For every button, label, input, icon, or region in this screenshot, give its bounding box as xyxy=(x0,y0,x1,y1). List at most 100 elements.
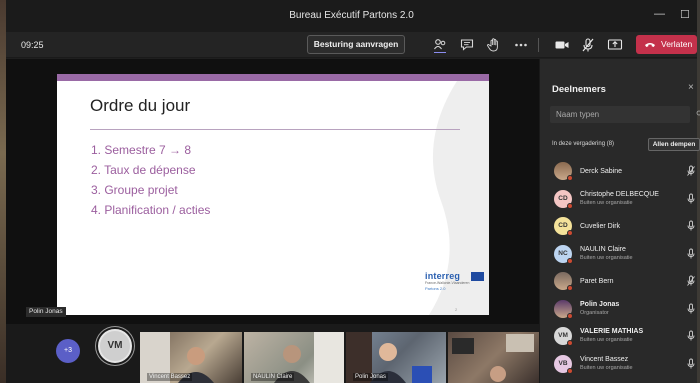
video-tile-label: Vincent Bassez xyxy=(147,373,193,381)
slide-header-bar xyxy=(57,74,489,81)
avatar-initials: CD xyxy=(558,222,568,229)
microphone-icon[interactable] xyxy=(686,330,696,342)
meeting-timer: 09:25 xyxy=(21,40,44,50)
participant-avatar xyxy=(554,162,573,181)
participant-subtitle: Buiten uw organisatie xyxy=(580,337,633,343)
invite-icon[interactable] xyxy=(696,110,700,118)
participant-avatar: CD xyxy=(554,189,573,209)
participant-avatar xyxy=(554,272,573,291)
participant-avatar xyxy=(554,299,573,319)
close-panel-button[interactable]: × xyxy=(688,82,694,93)
participant-row[interactable]: Derck Sabine xyxy=(540,158,698,186)
slide-title: Ordre du jour xyxy=(90,96,191,115)
microphone-icon[interactable] xyxy=(686,358,696,370)
video-tile-label: Polin Jonas xyxy=(353,373,389,381)
panel-title: Deelnemers xyxy=(552,84,606,95)
participants-panel: Deelnemers × Naam typen In deze vergader… xyxy=(539,59,700,383)
agenda-item: 4. Planification / acties xyxy=(91,203,211,217)
logo-project: Partons 2.0 xyxy=(425,285,446,291)
presence-status-icon xyxy=(567,175,573,181)
leave-label: Verlaten xyxy=(661,39,693,49)
video-tile[interactable]: Polin Jonas xyxy=(346,332,446,383)
participant-name: Christophe DELBECQUE xyxy=(580,190,659,198)
participant-list: Derck Sabine CD Christophe DELBECQUE Buiten… xyxy=(540,158,698,378)
participant-name: Derck Sabine xyxy=(580,168,623,175)
participant-avatar: VB xyxy=(554,354,573,374)
presence-status-icon xyxy=(567,285,573,291)
microphone-muted-icon[interactable] xyxy=(686,165,696,177)
avatar-initials: NC xyxy=(558,249,568,257)
window-title: Bureau Exécutif Partons 2.0 xyxy=(289,10,414,21)
chat-icon[interactable] xyxy=(459,37,475,53)
participant-subtitle: Buiten uw organisatie xyxy=(580,199,633,206)
microphone-muted-icon[interactable] xyxy=(686,275,696,287)
presentation-slide: Ordre du jour 1. Semestre 7 → 8 2. Taux … xyxy=(57,74,489,315)
request-control-button[interactable]: Besturing aanvragen xyxy=(307,35,405,54)
participant-subtitle: Buiten uw organisatie xyxy=(580,364,633,371)
more-options-icon[interactable] xyxy=(513,37,529,53)
participant-row[interactable]: Polin Jonas Organisator xyxy=(540,296,698,324)
video-tile-label: NAULIN Claire xyxy=(251,373,295,381)
teams-meeting-window: Bureau Exécutif Partons 2.0 — ☐ 09:25 Be… xyxy=(6,0,700,383)
participant-subtitle: Organisator xyxy=(580,309,609,316)
toolbar-separator xyxy=(538,38,539,52)
agenda-item: 3. Groupe projet xyxy=(91,183,178,197)
camera-icon[interactable] xyxy=(554,37,570,53)
agenda-list: 1. Semestre 7 → 8 2. Taux de dépense 3. … xyxy=(91,140,210,220)
agenda-item: 2. Taux de dépense xyxy=(91,163,196,177)
video-tile[interactable] xyxy=(448,332,539,383)
participant-name: Polin Jonas xyxy=(580,300,620,308)
participant-avatar: NC xyxy=(554,244,573,264)
mute-all-button[interactable]: Allen dempen xyxy=(648,138,700,151)
participant-name: VALERIE MATHIAS xyxy=(580,328,644,335)
meeting-toolbar: 09:25 Besturing aanvragen Verlaten xyxy=(6,32,697,58)
microphone-muted-icon[interactable] xyxy=(580,37,596,53)
slide-page-number: 2 xyxy=(455,307,458,312)
participant-row[interactable]: VM VALERIE MATHIAS Buiten uw organisatie xyxy=(540,323,698,351)
participant-row[interactable]: Paret Bern xyxy=(540,268,698,296)
presence-status-icon xyxy=(567,202,573,209)
participant-search-input[interactable]: Naam typen xyxy=(550,106,690,123)
participant-row[interactable]: VB Vincent Bassez Buiten uw organisatie xyxy=(540,351,698,379)
title-bar: Bureau Exécutif Partons 2.0 — ☐ xyxy=(6,0,697,32)
presenter-name-tag: Polin Jonas xyxy=(26,307,66,317)
participant-subtitle: Buiten uw organisatie xyxy=(580,254,633,261)
participant-row[interactable]: CD Cuvelier Dirk xyxy=(540,213,698,241)
participant-name: NAULIN Claire xyxy=(580,245,626,253)
participant-name: Paret Bern xyxy=(580,278,614,285)
participant-row[interactable]: NC NAULIN Claire Buiten uw organisatie xyxy=(540,241,698,269)
avatar-initials: CD xyxy=(558,194,568,202)
more-participants-button[interactable]: +3 xyxy=(56,339,80,363)
maximize-button[interactable]: ☐ xyxy=(680,8,690,21)
interreg-logo: interreg France-Wallonie-Vlaanderen Part… xyxy=(425,271,485,305)
presence-status-icon xyxy=(567,340,573,346)
presence-status-icon xyxy=(567,312,573,319)
participant-avatar: CD xyxy=(554,217,573,236)
in-meeting-section-header[interactable]: In deze vergadering (8) xyxy=(552,141,614,147)
presence-status-icon xyxy=(567,367,573,374)
participants-icon[interactable] xyxy=(432,37,448,53)
participant-row[interactable]: CD Christophe DELBECQUE Buiten uw organisa… xyxy=(540,186,698,214)
video-tile[interactable]: Vincent Bassez xyxy=(140,332,242,383)
slide-title-rule xyxy=(90,129,460,130)
participant-video xyxy=(452,334,534,382)
raise-hand-icon[interactable] xyxy=(486,37,502,53)
leave-button[interactable]: Verlaten xyxy=(636,35,697,54)
participant-avatar: VM xyxy=(554,327,573,346)
participant-name: Cuvelier Dirk xyxy=(580,223,621,230)
presence-status-icon xyxy=(567,230,573,236)
phone-hangup-icon xyxy=(645,43,655,47)
eu-flag-icon xyxy=(471,272,484,281)
avatar-initials: VM xyxy=(558,332,568,339)
microphone-icon[interactable] xyxy=(686,193,696,205)
presence-status-icon xyxy=(567,257,573,264)
share-screen-icon[interactable] xyxy=(607,37,623,53)
avatar-initials: VB xyxy=(558,359,568,367)
self-avatar: VM xyxy=(98,329,132,363)
minimize-button[interactable]: — xyxy=(654,8,665,20)
agenda-item: 1. Semestre 7 → 8 xyxy=(91,143,192,157)
microphone-icon[interactable] xyxy=(686,248,696,260)
microphone-icon[interactable] xyxy=(686,303,696,315)
video-tile[interactable]: NAULIN Claire xyxy=(244,332,344,383)
microphone-icon[interactable] xyxy=(686,220,696,232)
